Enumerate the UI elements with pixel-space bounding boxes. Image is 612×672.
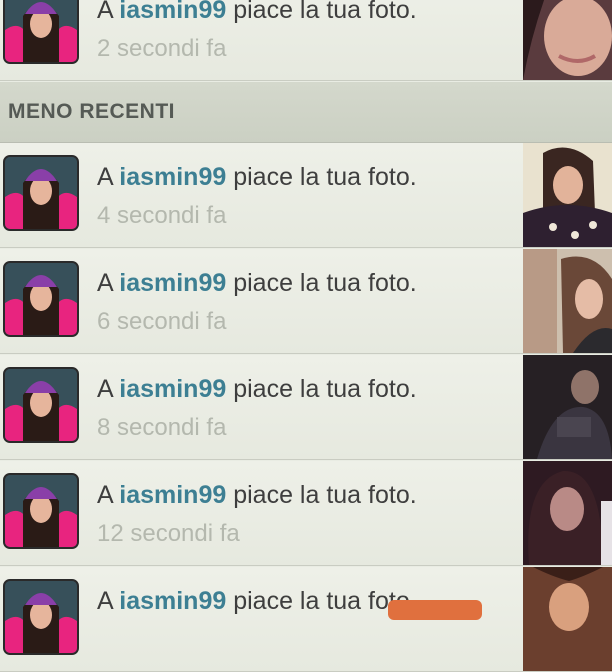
photo-thumbnail[interactable]	[523, 461, 612, 565]
notification-row[interactable]: A iasmin99 piace la tua foto. 12 secondi…	[0, 461, 612, 566]
user-avatar[interactable]	[3, 579, 79, 655]
notification-text: A iasmin99 piace la tua foto.	[97, 375, 417, 404]
notification-row[interactable]: A iasmin99 piace la tua foto. 2 secondi …	[0, 0, 612, 81]
photo-thumbnail[interactable]	[523, 143, 612, 247]
notification-row[interactable]: A iasmin99 piace la tua foto. 8 secondi …	[0, 355, 612, 460]
notification-text: A iasmin99 piace la tua foto.	[97, 481, 417, 510]
username-link[interactable]: iasmin99	[119, 375, 226, 403]
action-text: piace la tua foto.	[233, 375, 417, 403]
username-link[interactable]: iasmin99	[119, 163, 226, 191]
prefix-text: A	[97, 587, 113, 615]
action-text: piace la tua foto.	[233, 0, 417, 24]
prefix-text: A	[97, 269, 113, 297]
prefix-text: A	[97, 481, 113, 509]
user-avatar[interactable]	[3, 473, 79, 549]
photo-thumbnail[interactable]	[523, 355, 612, 459]
username-link[interactable]: iasmin99	[119, 269, 226, 297]
timestamp: 8 secondi fa	[97, 414, 227, 441]
photo-thumbnail[interactable]	[523, 249, 612, 353]
timestamp: 12 secondi fa	[97, 520, 240, 547]
user-avatar[interactable]	[3, 0, 79, 64]
username-link[interactable]: iasmin99	[119, 587, 226, 615]
section-title: MENO RECENTI	[8, 100, 176, 123]
notification-text: A iasmin99 piace la tua foto.	[97, 0, 417, 25]
notification-text: A iasmin99 piace la tua foto.	[97, 163, 417, 192]
user-avatar[interactable]	[3, 261, 79, 337]
photo-thumbnail[interactable]	[523, 567, 612, 671]
prefix-text: A	[97, 0, 113, 24]
notification-badge[interactable]	[388, 600, 482, 620]
username-link[interactable]: iasmin99	[119, 481, 226, 509]
notification-text: A iasmin99 piace la tua foto.	[97, 269, 417, 298]
user-avatar[interactable]	[3, 155, 79, 231]
notification-row[interactable]: A iasmin99 piace la tua foto. 4 secondi …	[0, 143, 612, 248]
user-avatar[interactable]	[3, 367, 79, 443]
username-link[interactable]: iasmin99	[119, 0, 226, 24]
timestamp: 6 secondi fa	[97, 308, 227, 335]
photo-thumbnail[interactable]	[523, 0, 612, 80]
action-text: piace la tua foto.	[233, 163, 417, 191]
prefix-text: A	[97, 163, 113, 191]
prefix-text: A	[97, 375, 113, 403]
action-text: piace la tua foto.	[233, 481, 417, 509]
section-header: MENO RECENTI	[0, 82, 612, 143]
notification-row[interactable]: A iasmin99 piace la tua foto. 6 secondi …	[0, 249, 612, 354]
timestamp: 4 secondi fa	[97, 202, 227, 229]
notification-row[interactable]: A iasmin99 piace la tua foto.	[0, 567, 612, 672]
timestamp: 2 secondi fa	[97, 35, 227, 62]
action-text: piace la tua foto.	[233, 269, 417, 297]
